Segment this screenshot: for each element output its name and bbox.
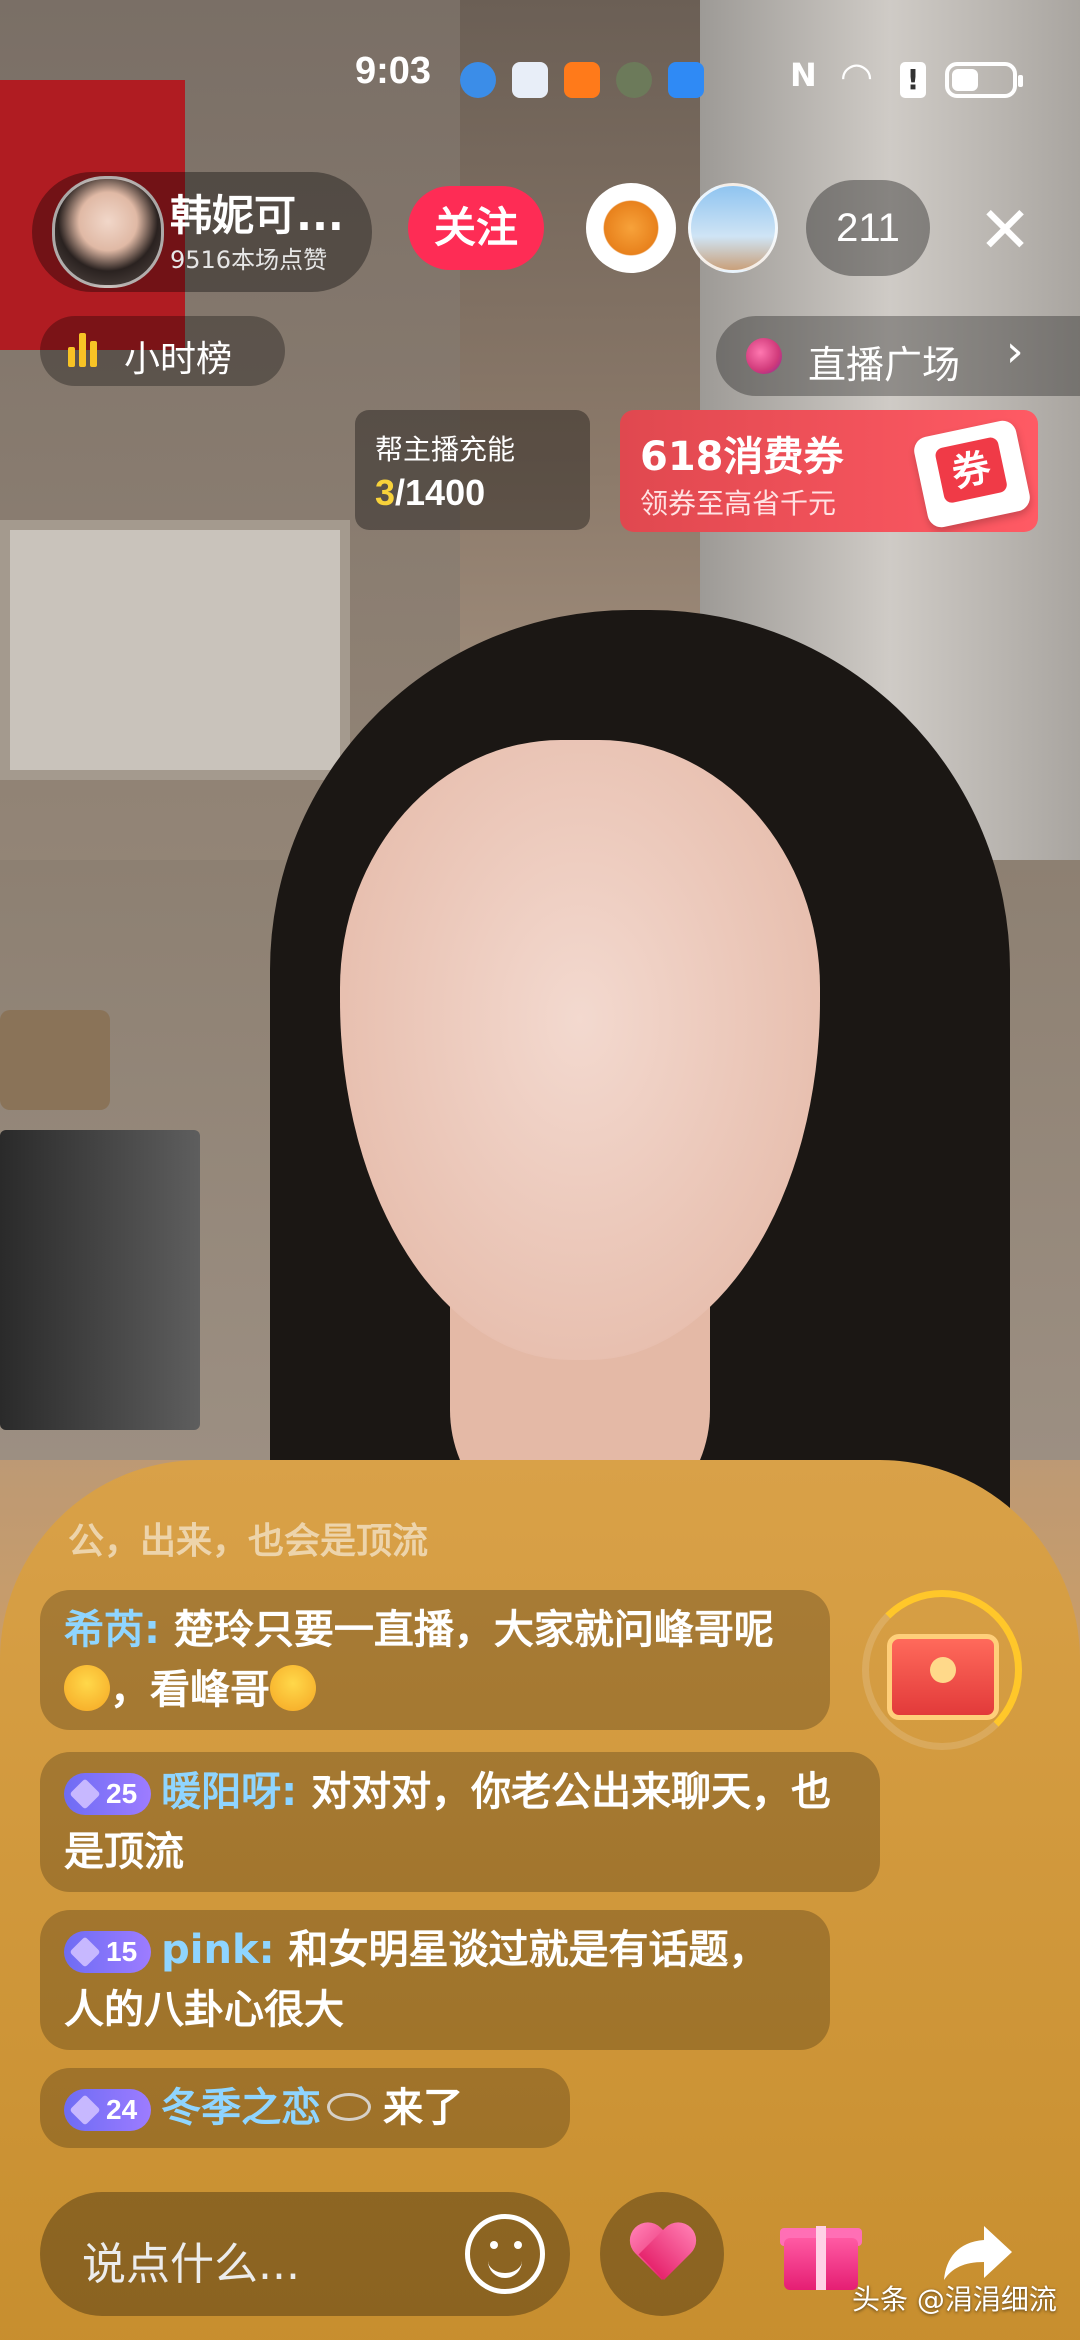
chat-message: 希芮: 楚玲只要一直播，大家就问峰哥呢 ，看峰哥 bbox=[40, 1590, 830, 1730]
calendar-notification-icon bbox=[512, 62, 548, 98]
comment-input[interactable]: 说点什么... bbox=[40, 2192, 570, 2316]
chat-username: 暖阳呀: bbox=[161, 1769, 298, 1815]
join-text: 来了 bbox=[383, 2085, 464, 2131]
viewer-avatar-sky[interactable] bbox=[688, 183, 778, 273]
energy-progress: 3/1400 bbox=[375, 472, 485, 514]
live-plaza-label: 直播广场 bbox=[808, 343, 961, 387]
hourly-rank-button[interactable]: 小时榜 bbox=[40, 316, 285, 386]
status-bar: 9:03 N ◠ ! bbox=[0, 50, 1080, 110]
user-level-badge: 15 bbox=[64, 1931, 152, 1973]
laughing-emoji-icon bbox=[270, 1665, 316, 1711]
laughing-emoji-icon bbox=[64, 1665, 110, 1711]
nfc-icon: N bbox=[790, 56, 817, 94]
microwave bbox=[0, 1130, 200, 1430]
kitchen-cabinet bbox=[0, 520, 350, 780]
video-notification-icon bbox=[564, 62, 600, 98]
heart-icon bbox=[628, 2224, 696, 2284]
energy-card[interactable]: 帮主播充能 3/1400 bbox=[355, 410, 590, 530]
chat-join-message: 24 冬季之恋 来了 bbox=[40, 2068, 570, 2148]
like-button[interactable] bbox=[600, 2192, 724, 2316]
chest-icon bbox=[887, 1634, 999, 1720]
host-avatar[interactable] bbox=[52, 176, 164, 288]
hourly-rank-label: 小时榜 bbox=[124, 339, 233, 380]
chat-username: 希芮: bbox=[64, 1607, 160, 1653]
coupon-title: 618消费券 bbox=[640, 434, 844, 480]
alert-icon: ! bbox=[900, 62, 926, 98]
chat-username: 冬季之恋 bbox=[161, 2085, 322, 2131]
wifi-icon: ◠ bbox=[840, 54, 874, 98]
share-icon[interactable] bbox=[940, 2222, 1016, 2282]
user-level-badge: 24 bbox=[64, 2089, 152, 2131]
coupon-ticket-icon: 券 bbox=[911, 418, 1033, 530]
live-plaza-button[interactable]: 直播广场 › bbox=[716, 316, 1080, 396]
planet-icon bbox=[327, 2093, 372, 2121]
host-name: 韩妮可... bbox=[170, 191, 344, 240]
avatar-notification-icon bbox=[616, 62, 652, 98]
energy-title: 帮主播充能 bbox=[375, 433, 516, 466]
smile-icon[interactable] bbox=[465, 2214, 545, 2294]
energy-total: /1400 bbox=[395, 472, 486, 513]
watermark: 头条 @涓涓细流 bbox=[852, 2283, 1057, 2316]
battery-icon bbox=[945, 62, 1023, 98]
treasure-chest-icon[interactable] bbox=[862, 1590, 1032, 1760]
planet-icon bbox=[746, 338, 782, 374]
viewer-avatar-tiger[interactable] bbox=[586, 183, 676, 273]
coupon-card[interactable]: 618消费券 领券至高省千元 券 bbox=[620, 410, 1038, 532]
chat-text: 楚玲只要一直播，大家就问峰哥呢 bbox=[173, 1607, 774, 1653]
chevron-right-icon: › bbox=[1006, 326, 1024, 377]
host-likes: 9516本场点赞 bbox=[170, 246, 328, 274]
coupon-subtitle: 领券至高省千元 bbox=[640, 487, 837, 520]
user-level-badge: 25 bbox=[64, 1773, 152, 1815]
gift-icon[interactable] bbox=[780, 2218, 862, 2290]
coupon-icon-text: 券 bbox=[934, 436, 1009, 505]
viewer-count[interactable]: 211 bbox=[806, 180, 930, 276]
cloud-notification-icon bbox=[668, 62, 704, 98]
chat-text: ，看峰哥 bbox=[110, 1667, 270, 1713]
chat-message: 15 pink: 和女明星谈过就是有话题，人的八卦心很大 bbox=[40, 1910, 830, 2050]
status-time: 9:03 bbox=[355, 50, 432, 92]
chat-username: pink: bbox=[161, 1927, 275, 1973]
bar-chart-icon bbox=[68, 333, 98, 367]
fading-comment: 公，出来，也会是顶流 bbox=[68, 1521, 429, 1562]
chat-message: 25 暖阳呀: 对对对，你老公出来聊天，也是顶流 bbox=[40, 1752, 880, 1892]
comment-placeholder: 说点什么... bbox=[82, 2239, 300, 2290]
pot bbox=[0, 1010, 110, 1110]
energy-current: 3 bbox=[375, 472, 396, 513]
follow-button[interactable]: 关注 bbox=[408, 186, 544, 270]
close-icon[interactable]: ✕ bbox=[970, 196, 1040, 266]
app-notification-icon bbox=[460, 62, 496, 98]
